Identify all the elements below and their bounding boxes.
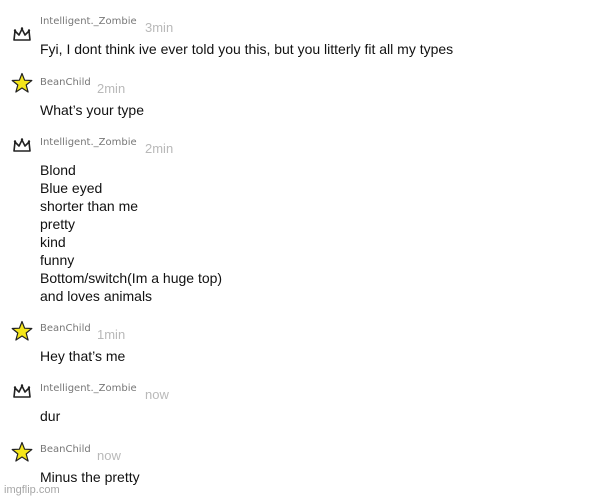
username[interactable]: BeanChild bbox=[40, 77, 91, 88]
message-text: What’s your type bbox=[40, 101, 144, 119]
message-line: and loves animals bbox=[40, 288, 153, 304]
message-text: Fyi, I dont think ive ever told you this… bbox=[40, 40, 453, 58]
star-icon bbox=[11, 72, 33, 93]
message-line: Bottom/switch(Im a huge top) bbox=[40, 270, 223, 286]
timestamp: now bbox=[145, 387, 169, 402]
message-line: funny bbox=[40, 252, 75, 268]
message-line: What’s your type bbox=[40, 102, 145, 118]
username[interactable]: Intelligent._Zombie bbox=[40, 16, 137, 27]
crown-icon bbox=[13, 27, 31, 41]
message-line: kind bbox=[40, 234, 66, 250]
message-line: Fyi, I dont think ive ever told you this… bbox=[40, 41, 454, 57]
username[interactable]: BeanChild bbox=[40, 323, 91, 334]
star-icon bbox=[11, 320, 33, 341]
timestamp: 2min bbox=[97, 81, 126, 96]
username[interactable]: BeanChild bbox=[40, 444, 91, 455]
star-icon bbox=[11, 441, 33, 462]
message-line: Blue eyed bbox=[40, 180, 103, 196]
crown-icon bbox=[13, 138, 31, 152]
message-text: dur bbox=[40, 407, 60, 425]
timestamp: 3min bbox=[145, 20, 174, 35]
timestamp: now bbox=[97, 448, 121, 463]
message-text: Hey that’s me bbox=[40, 347, 125, 365]
crown-icon bbox=[13, 384, 31, 398]
username[interactable]: Intelligent._Zombie bbox=[40, 137, 137, 148]
message-line: dur bbox=[40, 408, 61, 424]
message-line: pretty bbox=[40, 216, 76, 232]
message-text: Blond Blue eyed shorter than me pretty k… bbox=[40, 161, 222, 305]
watermark: imgflip.com bbox=[4, 484, 60, 496]
message-line: Hey that’s me bbox=[40, 348, 126, 364]
timestamp: 1min bbox=[97, 327, 126, 342]
timestamp: 2min bbox=[145, 141, 174, 156]
username[interactable]: Intelligent._Zombie bbox=[40, 383, 137, 394]
message-line: Blond bbox=[40, 162, 76, 178]
message-line: shorter than me bbox=[40, 198, 139, 214]
